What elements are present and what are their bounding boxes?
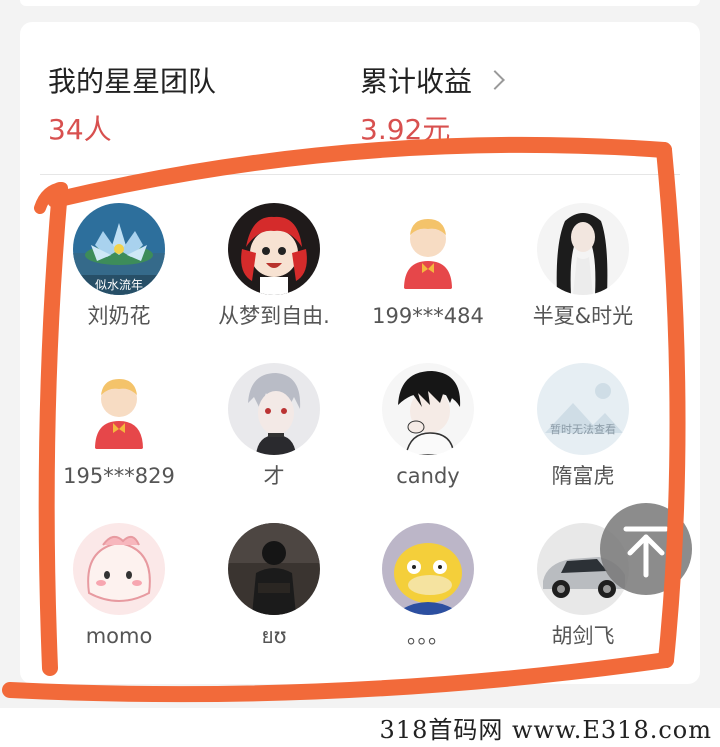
back-to-top-button[interactable] xyxy=(600,503,692,595)
earnings-stat[interactable]: 累计收益 3.92元 xyxy=(360,60,505,150)
lotus-avatar: 似水流年 xyxy=(73,203,165,295)
watermark-text: 318首码网 www.E318.com xyxy=(379,716,712,744)
divider xyxy=(40,174,680,175)
member-name: 才 xyxy=(263,464,285,488)
member-item[interactable]: 从梦到自由. xyxy=(199,203,349,331)
pink-blob-avatar xyxy=(73,523,165,615)
member-item[interactable]: 暂时无法查看 隋富虎 xyxy=(508,363,658,491)
earnings-label-row: 累计收益 xyxy=(360,60,505,100)
member-item[interactable]: 199***484 xyxy=(353,203,503,331)
member-name: 。。。 xyxy=(407,624,449,648)
member-name: candy xyxy=(396,464,460,488)
member-item[interactable]: 195***829 xyxy=(44,363,194,491)
member-item[interactable]: 似水流年 刘奶花 xyxy=(44,203,194,331)
manga-boy-avatar xyxy=(382,363,474,455)
member-name: momo xyxy=(85,624,153,648)
member-item[interactable]: ยʊ xyxy=(199,523,349,651)
psyduck-avatar xyxy=(382,523,474,615)
dark-photo-avatar xyxy=(228,523,320,615)
watermark-strip: 318首码网 www.E318.com xyxy=(0,708,720,747)
back-to-top-arrow-icon xyxy=(623,526,669,578)
member-name: 199***484 xyxy=(372,304,484,328)
ink-girl-avatar xyxy=(537,203,629,295)
member-name: 195***829 xyxy=(63,464,175,488)
member-name: 刘奶花 xyxy=(87,304,151,328)
placeholder-image-avatar: 暂时无法查看 xyxy=(537,363,629,455)
member-name: 胡剑飞 xyxy=(551,624,615,648)
avatar-overlay-text: 似水流年 xyxy=(94,278,143,292)
member-name: 从梦到自由. xyxy=(218,304,330,328)
earnings-amount: 3.92元 xyxy=(360,113,451,146)
member-item[interactable]: 半夏&时光 xyxy=(508,203,658,331)
team-count: 34人 xyxy=(48,113,112,146)
cartoon-girl-avatar xyxy=(228,203,320,295)
team-label: 我的星星团队 xyxy=(48,65,217,98)
chevron-right-icon xyxy=(485,70,505,90)
member-name: 隋富虎 xyxy=(551,464,615,488)
member-item[interactable]: 。。。 xyxy=(353,523,503,651)
anime-boy-avatar xyxy=(228,363,320,455)
member-name: ยʊ xyxy=(261,624,287,648)
avatar-overlay-text: 暂时无法查看 xyxy=(550,423,616,436)
default-user-avatar xyxy=(382,203,474,295)
member-item[interactable]: candy xyxy=(353,363,503,491)
member-name: 半夏&时光 xyxy=(532,304,634,328)
earnings-label: 累计收益 xyxy=(360,65,473,98)
default-user-avatar xyxy=(73,363,165,455)
member-item[interactable]: 才 xyxy=(199,363,349,491)
member-item[interactable]: momo xyxy=(44,523,194,651)
previous-card xyxy=(20,0,700,6)
team-stat[interactable]: 我的星星团队 34人 xyxy=(48,60,216,150)
